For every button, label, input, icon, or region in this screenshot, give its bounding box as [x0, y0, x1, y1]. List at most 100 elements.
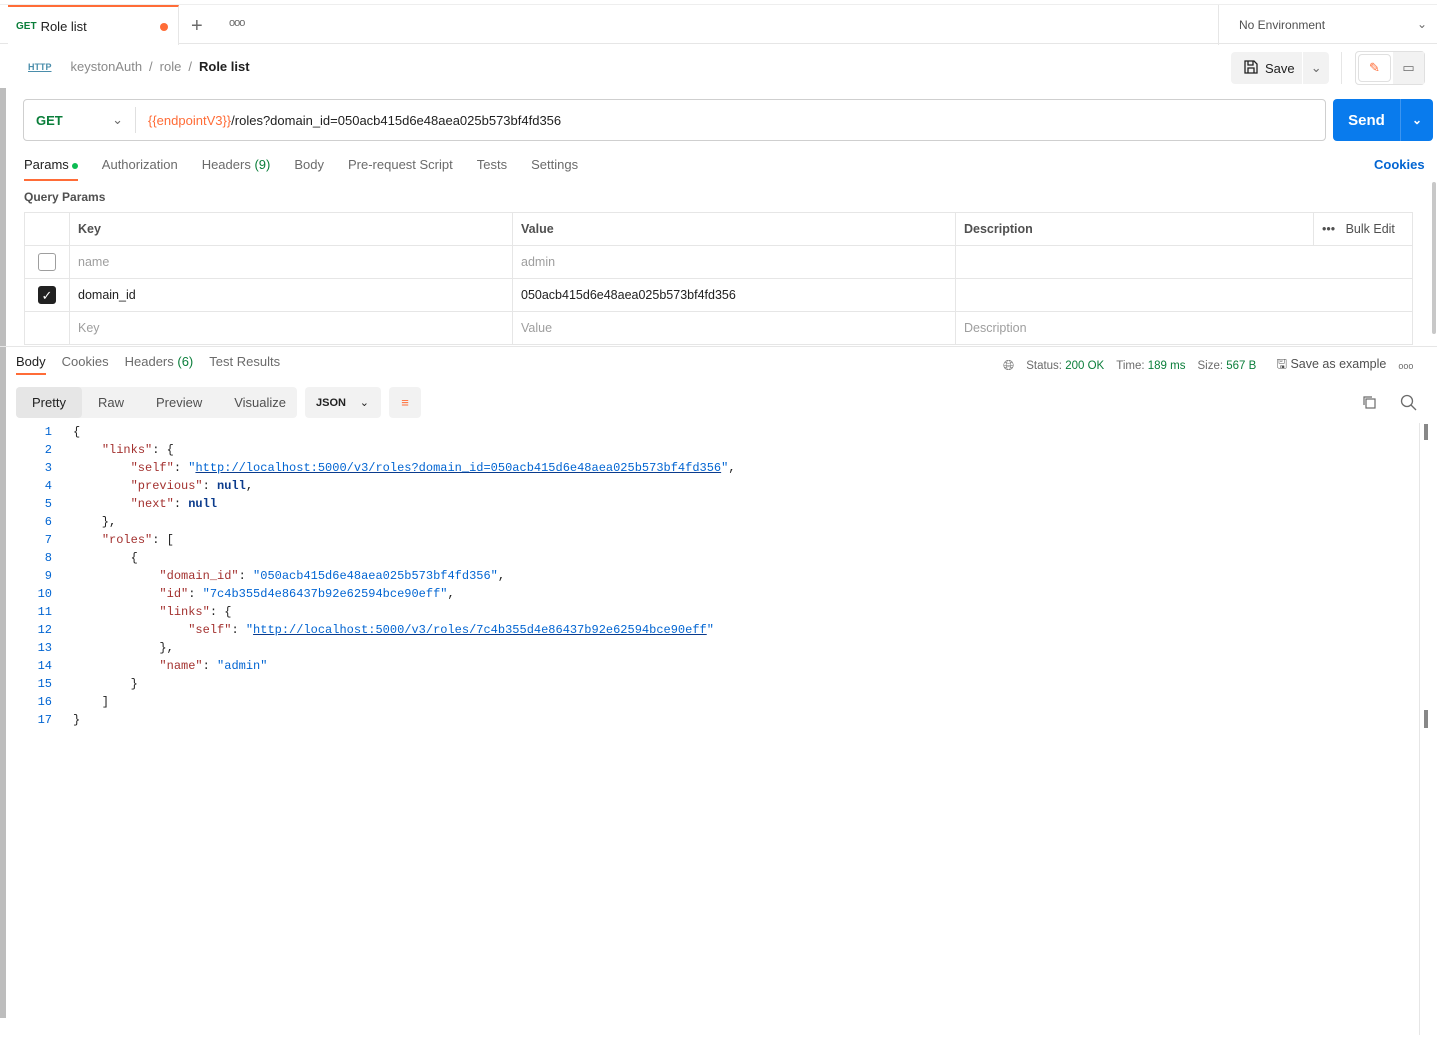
format-raw[interactable]: Raw [82, 387, 140, 418]
tab-title: Role list [40, 18, 87, 34]
url-input[interactable]: {{endpointV3}}/roles?domain_id=050acb415… [136, 113, 561, 128]
json-token: }, [73, 641, 174, 655]
json-token: "7c4b355d4e86437b92e62594bce90eff" [202, 587, 448, 601]
param-key[interactable]: domain_id [69, 278, 513, 312]
breadcrumb-collection[interactable]: keystonAuth [71, 59, 143, 74]
bulk-edit-button[interactable]: Bulk Edit [1346, 222, 1395, 236]
code-line: 3 "self": "http://localhost:5000/v3/role… [0, 459, 736, 477]
save-as-example-button[interactable]: 🖫︎ Save as example [1276, 355, 1386, 376]
table-row: ✓ domain_id 050acb415d6e48aea025b573bf4f… [24, 278, 1413, 312]
tab-authorization[interactable]: Authorization [102, 155, 178, 181]
line-number: 10 [37, 587, 52, 601]
json-token: "self" [188, 623, 232, 637]
unsaved-dot-icon [160, 23, 168, 31]
status-value: 200 OK [1065, 359, 1105, 372]
more-icon[interactable]: ••• [1322, 222, 1335, 236]
save-options-chevron-icon[interactable]: ⌄ [1303, 60, 1329, 76]
code-line: 13 }, [0, 639, 736, 657]
new-tab-plus-icon[interactable]: + [191, 15, 203, 38]
param-value[interactable]: admin [512, 245, 956, 279]
json-token: "self" [130, 461, 174, 475]
param-value[interactable]: 050acb415d6e48aea025b573bf4fd356 [512, 278, 956, 312]
line-number: 16 [37, 695, 52, 709]
json-token: "050acb415d6e48aea025b573bf4fd356" [253, 569, 498, 583]
tab-role-list[interactable]: GET Role list [8, 5, 179, 45]
globe-icon[interactable]: 🌐︎ [1003, 357, 1014, 374]
request-tabs: Params Authorization Headers (9) Body Pr… [24, 155, 578, 181]
headers-count: (9) [254, 157, 271, 172]
format-pretty[interactable]: Pretty [16, 387, 82, 418]
line-number: 12 [37, 623, 52, 637]
edit-pencil-icon[interactable]: ✎ [1358, 54, 1391, 82]
json-token: " [706, 623, 714, 637]
method-select[interactable]: GET ⌄ [24, 107, 136, 133]
line-number: 11 [37, 605, 52, 619]
json-token: : [188, 587, 203, 601]
save-label: Save [1265, 60, 1295, 76]
scrollbar-marker [1424, 424, 1428, 440]
param-description[interactable] [955, 245, 1413, 279]
tab-headers[interactable]: Headers (9) [202, 155, 271, 181]
copy-icon[interactable] [1361, 394, 1377, 413]
code-line: 11 "links": { [0, 603, 736, 621]
tab-response-headers[interactable]: Headers (6) [125, 354, 194, 375]
chevron-down-icon: ⌄ [1416, 17, 1427, 31]
response-divider[interactable] [0, 346, 1437, 347]
format-preview[interactable]: Preview [140, 387, 218, 418]
chevron-down-icon: ⌄ [112, 112, 123, 127]
new-key-input[interactable]: Key [69, 311, 513, 345]
new-value-input[interactable]: Value [512, 311, 956, 345]
cookies-link[interactable]: Cookies [1374, 157, 1425, 172]
json-link[interactable]: http://localhost:5000/v3/roles/7c4b355d4… [253, 623, 707, 637]
line-number: 7 [44, 533, 52, 547]
tab-more-icon[interactable]: ooo [229, 17, 245, 29]
json-token: , [728, 461, 736, 475]
param-key[interactable]: name [69, 245, 513, 279]
request-scrollbar[interactable] [1432, 182, 1436, 334]
search-icon[interactable] [1400, 394, 1417, 414]
format-visualize[interactable]: Visualize [218, 387, 302, 418]
tab-bar: GET Role list + ooo No Environment ⌄ [0, 4, 1437, 45]
new-description-input[interactable]: Description [955, 311, 1413, 345]
tab-response-cookies[interactable]: Cookies [62, 354, 109, 375]
url-path: /roles?domain_id=050acb415d6e48aea025b57… [231, 112, 562, 128]
language-select[interactable]: JSON ⌄ [305, 387, 381, 418]
tab-tests[interactable]: Tests [477, 155, 507, 181]
json-link[interactable]: http://localhost:5000/v3/roles?domain_id… [195, 461, 721, 475]
breadcrumb-folder[interactable]: role [160, 59, 182, 74]
tab-pre-request-script[interactable]: Pre-request Script [348, 155, 453, 181]
wrap-lines-icon[interactable]: ≡ [389, 387, 421, 418]
more-icon[interactable]: ooo [1398, 361, 1413, 371]
row-checkbox-checked[interactable]: ✓ [38, 286, 56, 304]
response-body-code[interactable]: 1{2 "links": {3 "self": "http://localhos… [0, 423, 736, 729]
tab-params[interactable]: Params [24, 155, 78, 181]
tab-test-results[interactable]: Test Results [209, 354, 280, 375]
line-number: 9 [44, 569, 52, 583]
row-checkbox[interactable] [38, 253, 56, 271]
column-value: Value [512, 212, 956, 246]
json-token: } [73, 677, 138, 691]
save-button[interactable]: Save ⌄ [1231, 52, 1329, 84]
code-line: 12 "self": "http://localhost:5000/v3/rol… [0, 621, 736, 639]
json-token: : [202, 479, 218, 493]
environment-select[interactable]: No Environment ⌄ [1218, 5, 1437, 45]
param-description[interactable] [955, 278, 1413, 312]
save-icon [1243, 59, 1259, 78]
tab-body[interactable]: Body [294, 155, 324, 181]
comments-icon[interactable]: ▭ [1393, 52, 1424, 84]
chevron-down-icon: ⌄ [359, 397, 369, 409]
view-toggle: ✎ ▭ [1355, 51, 1425, 85]
json-token: : [231, 623, 246, 637]
send-options-chevron-icon[interactable]: ⌄ [1401, 113, 1433, 127]
tab-response-body[interactable]: Body [16, 354, 46, 375]
line-number: 5 [44, 497, 52, 511]
json-token: "links" [101, 443, 153, 457]
json-token: : { [209, 605, 232, 619]
tab-settings[interactable]: Settings [531, 155, 578, 181]
breadcrumb-current[interactable]: Role list [199, 59, 250, 74]
send-button[interactable]: Send ⌄ [1333, 99, 1433, 141]
